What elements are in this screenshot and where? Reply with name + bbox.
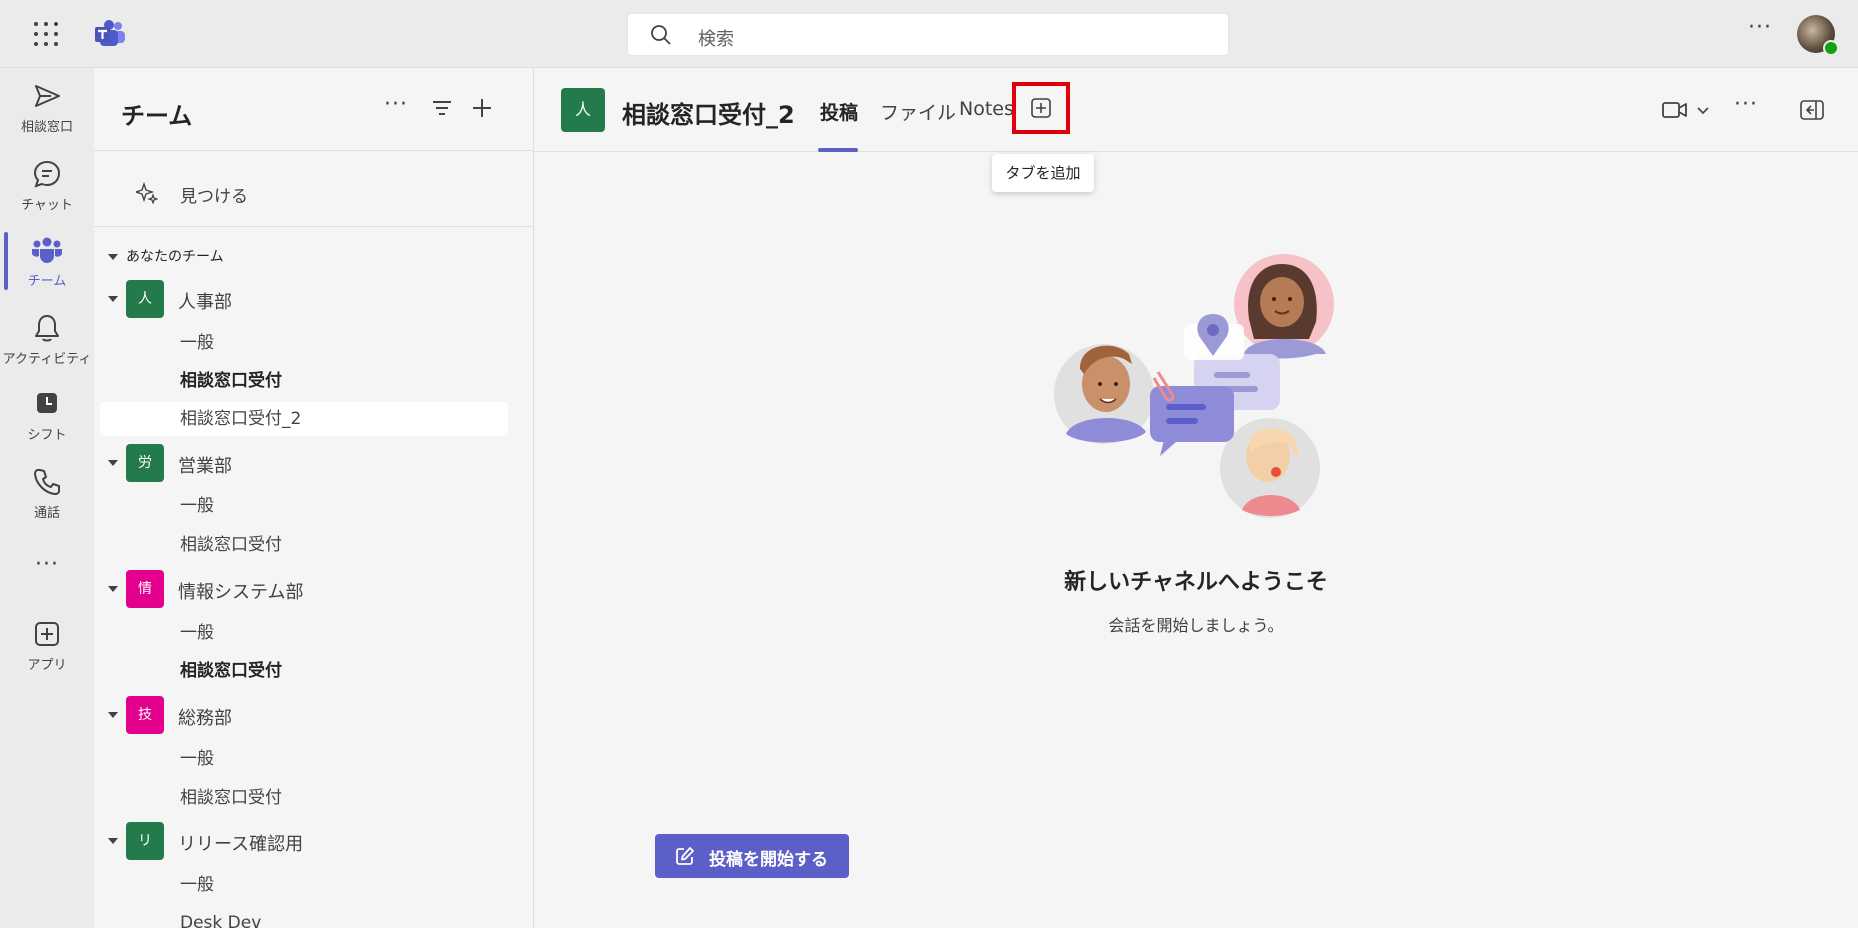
send-icon: [35, 85, 60, 107]
search-input[interactable]: 検索: [627, 13, 1229, 56]
channel-header: 人 相談窓口受付_2 投稿 ファイル Notes ···: [534, 68, 1858, 152]
chevron-down-icon: [108, 712, 118, 718]
search-icon: [651, 25, 671, 45]
team-name: 情報システム部: [178, 582, 304, 603]
your-teams-section[interactable]: あなたのチーム: [108, 246, 224, 266]
discover-label: 見つける: [180, 187, 248, 207]
channel-item-selected[interactable]: 相談窓口受付_2: [100, 402, 508, 436]
rail-item-chat[interactable]: チャット: [0, 158, 94, 228]
bell-icon: [35, 315, 59, 342]
rail-item-contact[interactable]: 相談窓口: [0, 80, 94, 150]
chevron-down-icon: [108, 838, 118, 844]
team-name: 総務部: [178, 708, 232, 729]
compose-icon: [676, 847, 694, 865]
welcome-subtitle: 会話を開始しましょう。: [1108, 616, 1284, 635]
channel-item[interactable]: Desk Dev: [180, 906, 520, 928]
team-avatar: 人: [126, 280, 164, 318]
channel-item[interactable]: 一般: [180, 742, 520, 776]
channel-item[interactable]: 一般: [180, 868, 520, 902]
team-name: 人事部: [178, 292, 232, 313]
team-item[interactable]: 技 総務部: [108, 696, 528, 734]
chevron-down-icon: [108, 254, 118, 260]
chevron-down-icon: [108, 460, 118, 466]
rail-item-calls[interactable]: 通話: [0, 466, 94, 536]
more-apps-button[interactable]: ···: [35, 552, 59, 577]
channel-title: 相談窓口受付_2: [622, 101, 795, 129]
team-avatar: リ: [126, 822, 164, 860]
rail-label: チーム: [27, 274, 67, 289]
tab-files[interactable]: ファイル: [880, 98, 956, 125]
apps-icon: [35, 622, 59, 646]
available-status-icon: [1823, 40, 1839, 56]
channel-item[interactable]: 相談窓口受付: [180, 364, 520, 398]
channel-more-button[interactable]: ···: [1734, 92, 1758, 117]
video-call-icon[interactable]: [1662, 100, 1688, 120]
rail-label: アクティビティ: [2, 352, 92, 367]
add-tab-button[interactable]: [1012, 82, 1070, 134]
active-tab-indicator: [818, 148, 858, 152]
chevron-down-icon: [108, 296, 118, 302]
team-name: 営業部: [178, 456, 232, 477]
teams-sidebar: チーム ··· 見つける あなたのチーム 人 人事部 一般 相談窓口受付 相談窓…: [94, 68, 534, 928]
divider: [94, 226, 534, 227]
rail-item-shifts[interactable]: シフト: [0, 388, 94, 458]
team-item[interactable]: 情 情報システム部: [108, 570, 528, 608]
sidebar-more-button[interactable]: ···: [384, 92, 416, 124]
rail-item-apps[interactable]: アプリ: [0, 618, 94, 688]
rail-label: シフト: [27, 428, 67, 443]
sidebar-title: チーム: [121, 102, 193, 130]
phone-icon: [34, 469, 60, 495]
channel-item[interactable]: 一般: [180, 489, 520, 523]
rail-label: 相談窓口: [20, 120, 73, 135]
channel-item[interactable]: 一般: [180, 326, 520, 360]
channel-item[interactable]: 相談窓口受付: [180, 654, 520, 688]
search-placeholder: 検索: [698, 29, 734, 50]
team-avatar: 技: [126, 696, 164, 734]
tab-notes[interactable]: Notes: [959, 98, 1014, 120]
welcome-title: 新しいチャネルへようこそ: [1064, 570, 1328, 595]
team-name: リリース確認用: [178, 834, 304, 855]
divider: [94, 150, 534, 151]
chat-icon: [33, 160, 61, 188]
team-item[interactable]: 労 営業部: [108, 444, 528, 482]
team-item[interactable]: リ リリース確認用: [108, 822, 528, 860]
rail-item-activity[interactable]: アクティビティ: [0, 312, 94, 382]
panel-toggle-icon[interactable]: [1800, 100, 1824, 120]
rail-item-teams[interactable]: チーム: [0, 232, 94, 304]
section-label: あなたのチーム: [126, 249, 224, 265]
rail-label: 通話: [33, 506, 60, 521]
teams-icon: [32, 237, 62, 263]
team-avatar: 労: [126, 444, 164, 482]
team-avatar: 情: [126, 570, 164, 608]
rail-label: アプリ: [27, 658, 67, 673]
filter-icon[interactable]: [426, 92, 458, 124]
shifts-icon: [37, 393, 57, 413]
channel-main: 人 相談窓口受付_2 投稿 ファイル Notes ··· タブを追加 新しいチャ…: [534, 68, 1858, 928]
start-post-button[interactable]: 投稿を開始する: [655, 834, 849, 878]
teams-logo-icon: [95, 20, 125, 46]
user-avatar[interactable]: [1797, 15, 1839, 56]
app-launcher-icon[interactable]: [34, 22, 58, 46]
add-square-icon: [1031, 98, 1051, 118]
start-post-label: 投稿を開始する: [709, 850, 828, 870]
channel-team-avatar: 人: [561, 88, 605, 132]
channel-item[interactable]: 相談窓口受付: [180, 781, 520, 815]
team-item[interactable]: 人 人事部: [108, 280, 528, 318]
channel-item[interactable]: 相談窓口受付: [180, 528, 520, 562]
app-rail: 相談窓口 チャット チーム アクティビティ シフト 通話 ··· アプリ: [0, 68, 94, 928]
settings-more-button[interactable]: ···: [1748, 17, 1774, 46]
channel-item[interactable]: 一般: [180, 616, 520, 650]
chevron-down-icon: [108, 586, 118, 592]
sparkle-icon: [136, 182, 158, 204]
top-bar: 検索 ···: [0, 0, 1858, 68]
tab-posts[interactable]: 投稿: [820, 98, 858, 125]
add-tab-tooltip: タブを追加: [992, 154, 1094, 192]
chevron-down-icon[interactable]: [1697, 106, 1709, 116]
rail-label: チャット: [21, 198, 73, 213]
add-team-icon[interactable]: [466, 92, 498, 124]
welcome-illustration: [1054, 254, 1334, 518]
